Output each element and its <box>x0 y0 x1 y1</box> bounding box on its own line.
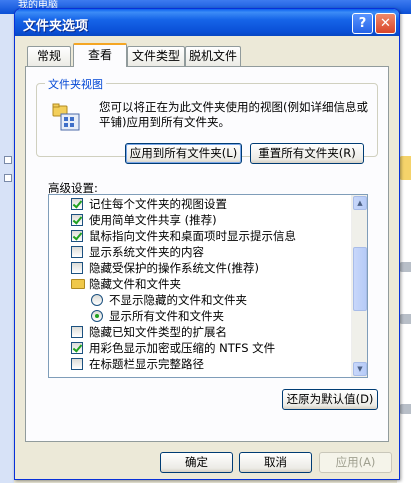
tree-expand-icon <box>4 174 12 182</box>
help-button[interactable]: ? <box>352 13 373 34</box>
advanced-settings-list[interactable]: 记住每个文件夹的视图设置 使用简单文件共享 (推荐) 鼠标指向文件夹和桌面项时显… <box>48 194 368 378</box>
checkbox[interactable] <box>71 262 83 274</box>
checkbox[interactable] <box>71 246 83 258</box>
vertical-scrollbar[interactable]: ▲ ▼ <box>351 195 367 377</box>
drive-icon <box>399 404 411 414</box>
dialog-titlebar[interactable]: 文件夹选项 ? ✕ <box>15 9 399 36</box>
list-item[interactable]: 记住每个文件夹的视图设置 <box>49 196 349 212</box>
tab-offline-files[interactable]: 脱机文件 <box>185 46 241 66</box>
cancel-button[interactable]: 取消 <box>239 452 312 473</box>
checkbox[interactable] <box>71 230 83 242</box>
list-item[interactable]: 用彩色显示加密或压缩的 NTFS 文件 <box>49 340 349 356</box>
scroll-up-icon[interactable]: ▲ <box>353 196 367 210</box>
tree-expand-icon <box>4 156 12 164</box>
checkbox[interactable] <box>71 358 83 370</box>
list-item[interactable]: 显示所有文件和文件夹 <box>49 308 349 324</box>
checkbox[interactable] <box>71 214 83 226</box>
apply-button: 应用(A) <box>319 452 392 473</box>
close-button[interactable]: ✕ <box>375 13 396 34</box>
checkbox[interactable] <box>71 326 83 338</box>
folder-view-description: 您可以将正在为此文件夹使用的视图(例如详细信息或平铺)应用到所有文件夹。 <box>99 100 368 129</box>
folder-icon <box>71 279 85 289</box>
apply-to-all-folders-button[interactable]: 应用到所有文件夹(L) <box>125 143 242 164</box>
tab-file-types[interactable]: 文件类型 <box>127 46 185 66</box>
scrollbar-thumb[interactable] <box>353 247 367 311</box>
list-item[interactable]: 隐藏受保护的操作系统文件(推荐) <box>49 260 349 276</box>
radio-button[interactable] <box>91 310 103 322</box>
scroll-down-icon[interactable]: ▼ <box>353 362 367 376</box>
folder-view-legend: 文件夹视图 <box>45 76 106 92</box>
list-item[interactable]: 隐藏已知文件类型的扩展名 <box>49 324 349 340</box>
restore-defaults-button[interactable]: 还原为默认值(D) <box>282 389 378 410</box>
list-item[interactable]: 显示系统文件夹的内容 <box>49 244 349 260</box>
dialog-title: 文件夹选项 <box>23 19 89 34</box>
checkbox[interactable] <box>71 198 83 210</box>
list-item: 隐藏文件和文件夹 <box>49 276 349 292</box>
tab-view[interactable]: 查看 <box>73 43 127 67</box>
checkbox[interactable] <box>71 342 83 354</box>
list-item[interactable]: 不显示隐藏的文件和文件夹 <box>49 292 349 308</box>
background-folder-tree <box>0 14 14 483</box>
list-item[interactable]: 鼠标指向文件夹和桌面项时显示提示信息 <box>49 228 349 244</box>
drive-icon <box>399 314 411 324</box>
radio-button[interactable] <box>91 294 103 306</box>
view-tab-panel: 文件夹视图 您可以将正在为此文件夹使用的视图(例如详细信息或平铺)应用到所有文件… <box>25 66 389 442</box>
list-item[interactable]: 在标题栏显示完整路径 <box>49 356 349 372</box>
folder-view-icon <box>52 103 80 131</box>
list-item[interactable]: 使用简单文件共享 (推荐) <box>49 212 349 228</box>
folder-icon <box>399 156 411 180</box>
ok-button[interactable]: 确定 <box>160 452 233 473</box>
drive-icon <box>399 262 411 272</box>
reset-all-folders-button[interactable]: 重置所有文件夹(R) <box>250 143 364 164</box>
tab-general[interactable]: 常规 <box>27 46 71 66</box>
folder-options-dialog: 文件夹选项 ? ✕ 常规 查看 文件类型 脱机文件 文件夹视图 您可以将正在为此… <box>14 8 400 480</box>
